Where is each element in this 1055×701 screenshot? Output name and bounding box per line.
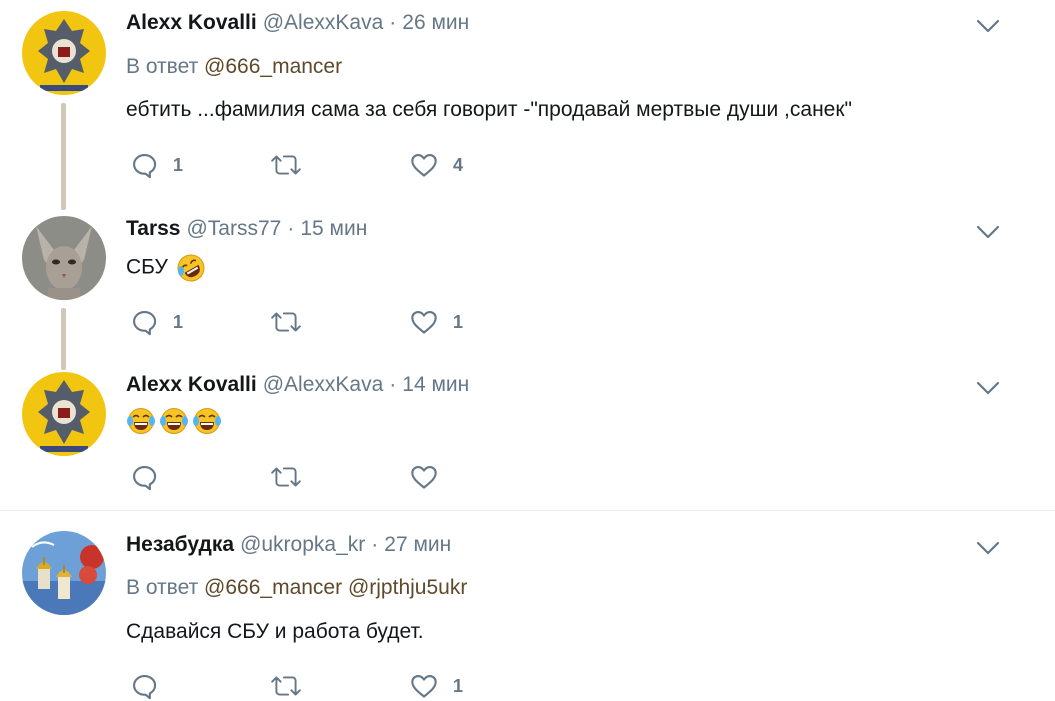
retweet-icon [270,464,302,490]
like-button[interactable]: 1 [410,307,463,337]
reply-prefix: В ответ [126,576,199,599]
tweet-text: СБУ [126,255,168,279]
rolling-on-floor-laughing-icon [177,254,205,282]
tweet-1[interactable]: Alexx Kovalli @AlexxKava · 26 мин В ответ @… [0,0,1055,210]
reply-icon [130,308,158,336]
like-count: 4 [453,154,464,175]
heart-icon [410,463,438,491]
yellow-emblem-avatar-icon [22,11,106,95]
action-bar: 1 [126,671,626,701]
heart-icon [410,672,438,700]
avatar[interactable] [22,531,106,615]
retweet-button[interactable] [270,671,317,701]
mention-link[interactable]: @666_mancer [204,576,342,599]
reply-button[interactable]: 1 [130,307,183,337]
action-bar: 1 4 [126,150,626,180]
mention-link[interactable]: @666_mancer [204,55,342,78]
tweet-text-row: СБУ [126,253,206,283]
church-domes-avatar-icon [22,531,106,615]
author-name[interactable]: Tarss [126,217,180,240]
reply-count: 1 [173,311,184,332]
avatar[interactable] [22,11,106,95]
tweet-emoji-row [126,406,226,436]
separator-dot: · [371,533,379,556]
reply-icon [130,151,158,179]
reply-button[interactable]: 1 [130,150,183,180]
tweet-4[interactable]: Незабудка @ukropka_kr · 27 мин В ответ @666… [0,511,1055,701]
chevron-down-icon[interactable] [975,380,1001,396]
like-count: 1 [453,311,464,332]
tears-of-joy-icon [127,407,222,435]
mention-link-2[interactable]: @rjpthju5ukr [348,576,467,599]
tweet-header: Alexx Kovalli @AlexxKava · 26 мин [126,10,469,36]
retweet-icon [270,673,302,699]
author-name[interactable]: Незабудка [126,533,234,556]
chevron-down-icon[interactable] [975,18,1001,34]
separator-dot: · [389,11,397,34]
retweet-icon [270,309,302,335]
sphynx-cat-avatar-icon [22,216,106,300]
tweet-time[interactable]: 27 мин [384,533,451,556]
avatar[interactable] [22,372,106,456]
author-name[interactable]: Alexx Kovalli [126,11,257,34]
tweet-header: Незабудка @ukropka_kr · 27 мин [126,532,451,558]
author-handle[interactable]: @ukropka_kr [240,533,365,556]
avatar[interactable] [22,216,106,300]
retweet-button[interactable] [270,307,317,337]
author-handle[interactable]: @AlexxKava [263,11,384,34]
author-handle[interactable]: @AlexxKava [263,373,384,396]
thread-connector-line [61,308,66,370]
tweet-time[interactable]: 14 мин [402,373,469,396]
author-handle[interactable]: @Tarss77 [186,217,281,240]
yellow-emblem-avatar-icon [22,372,106,456]
reply-context: В ответ @666_mancer [126,54,342,80]
reply-context: В ответ @666_mancer @rjpthju5ukr [126,575,467,601]
tweet-time[interactable]: 26 мин [402,11,469,34]
heart-icon [410,308,438,336]
tweet-header: Alexx Kovalli @AlexxKava · 14 мин [126,372,469,398]
action-bar [126,462,626,492]
tweet-3[interactable]: Alexx Kovalli @AlexxKava · 14 мин [0,365,1055,510]
retweet-button[interactable] [270,462,317,492]
like-button[interactable]: 1 [410,671,463,701]
tweet-time[interactable]: 15 мин [300,217,367,240]
action-bar: 1 1 [126,307,626,337]
like-button[interactable] [410,462,453,492]
thread-connector-line [61,103,66,210]
reply-button[interactable] [130,671,173,701]
reply-icon [130,463,158,491]
like-button[interactable]: 4 [410,150,463,180]
tweet-text: ебтить ...фамилия сама за себя говорит -… [126,98,852,121]
reply-count: 1 [173,154,184,175]
retweet-icon [270,152,302,178]
author-name[interactable]: Alexx Kovalli [126,373,257,396]
separator-dot: · [389,373,397,396]
tweet-2[interactable]: Tarss @Tarss77 · 15 мин СБУ 1 1 [0,205,1055,370]
reply-prefix: В ответ [126,55,199,78]
separator-dot: · [287,217,295,240]
reply-icon [130,672,158,700]
tweet-text: Сдавайся СБУ и работа будет. [126,620,424,643]
chevron-down-icon[interactable] [975,224,1001,240]
tweet-header: Tarss @Tarss77 · 15 мин [126,216,367,242]
chevron-down-icon[interactable] [975,540,1001,556]
heart-icon [410,151,438,179]
retweet-button[interactable] [270,150,317,180]
reply-button[interactable] [130,462,173,492]
like-count: 1 [453,675,464,696]
